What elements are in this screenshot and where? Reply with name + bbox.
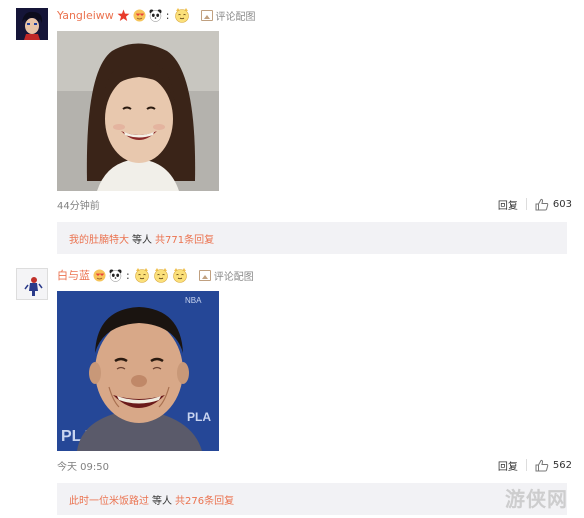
colon-separator: : bbox=[126, 268, 130, 282]
heart-emoji-icon bbox=[133, 9, 146, 22]
comment-time: 44分钟前 bbox=[57, 200, 100, 212]
avatar[interactable] bbox=[16, 268, 48, 300]
comment-item: 白与蓝 : 评论配图 NBA PLAYO PLA bbox=[0, 260, 584, 518]
sub-replies-link[interactable]: 此时一位米饭路过 等人 共276条回复 bbox=[57, 483, 567, 515]
comment-image[interactable] bbox=[57, 31, 219, 191]
thumbs-up-icon bbox=[535, 459, 549, 471]
heart-emoji-icon bbox=[93, 269, 106, 282]
divider bbox=[525, 198, 527, 210]
comment-image[interactable]: NBA PLAYO PLA bbox=[57, 291, 219, 451]
sub-reply-etc: 等人 bbox=[152, 495, 172, 507]
image-icon bbox=[198, 269, 211, 281]
reply-button[interactable]: 回复 bbox=[498, 197, 518, 212]
comment-image-link-label: 评论配图 bbox=[215, 11, 256, 23]
panda-emoji-icon bbox=[149, 9, 162, 22]
image-icon bbox=[200, 9, 213, 21]
colon-separator: : bbox=[165, 8, 170, 22]
comment-image-link-label: 评论配图 bbox=[213, 271, 254, 283]
comment-actions: 回复 603 bbox=[498, 197, 572, 212]
sub-reply-total[interactable]: 共276条回复 bbox=[175, 492, 234, 507]
cute-face-emoji-icon bbox=[134, 267, 150, 283]
comment-time: 今天 09:50 bbox=[57, 461, 109, 473]
svg-text:PLA: PLA bbox=[187, 410, 211, 424]
sub-reply-etc: 等人 bbox=[132, 234, 152, 246]
svg-text:NBA: NBA bbox=[185, 296, 202, 305]
comment-image-link[interactable]: 评论配图 bbox=[200, 8, 256, 23]
divider bbox=[525, 459, 527, 471]
comment-image-link[interactable]: 评论配图 bbox=[198, 268, 254, 283]
username[interactable]: Yangleiww bbox=[57, 9, 114, 22]
like-count: 562 bbox=[552, 459, 572, 471]
cute-face-emoji-icon bbox=[153, 267, 169, 283]
comment-item: Yangleiww : 评论配图 44分钟前 回复 603 我的肚腩特大 等人 … bbox=[0, 0, 584, 260]
avatar[interactable] bbox=[16, 8, 48, 40]
like-button[interactable]: 562 bbox=[535, 459, 572, 472]
comment-meta: 今天 09:50 回复 562 bbox=[57, 457, 572, 473]
cute-face-emoji-icon bbox=[172, 267, 188, 283]
watermark: 游侠网 bbox=[505, 487, 568, 511]
sub-replies-link[interactable]: 我的肚腩特大 等人 共771条回复 bbox=[57, 222, 567, 254]
star-badge-icon bbox=[117, 9, 130, 22]
like-count: 603 bbox=[552, 198, 572, 210]
sub-reply-user[interactable]: 此时一位米饭路过 bbox=[69, 492, 149, 507]
comment-meta: 44分钟前 回复 603 bbox=[57, 196, 572, 212]
comment-actions: 回复 562 bbox=[498, 458, 572, 473]
sub-reply-user[interactable]: 我的肚腩特大 bbox=[69, 231, 129, 246]
username[interactable]: 白与蓝 bbox=[57, 267, 90, 283]
like-button[interactable]: 603 bbox=[535, 198, 572, 211]
panda-emoji-icon bbox=[109, 269, 122, 282]
reply-button[interactable]: 回复 bbox=[498, 458, 518, 473]
cute-face-emoji-icon bbox=[174, 7, 190, 23]
comment-header: Yangleiww : 评论配图 bbox=[57, 6, 256, 24]
sub-reply-total[interactable]: 共771条回复 bbox=[155, 231, 214, 246]
thumbs-up-icon bbox=[535, 198, 549, 210]
comment-header: 白与蓝 : 评论配图 bbox=[57, 266, 254, 284]
